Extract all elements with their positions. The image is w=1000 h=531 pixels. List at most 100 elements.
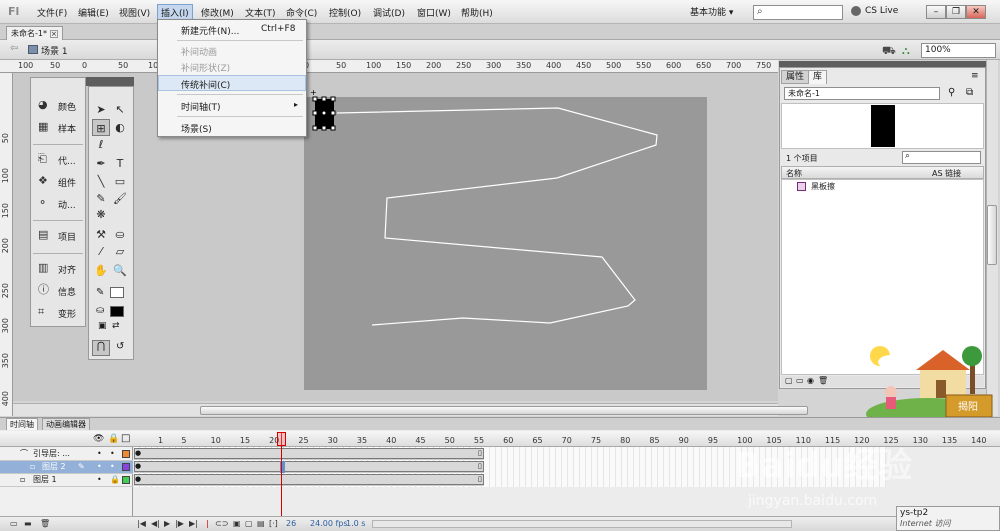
snap-magnet-icon[interactable]: ⋂ [92,340,110,356]
lock-dot[interactable]: • [110,461,115,473]
end-frame-icon[interactable]: ▯ [478,462,482,470]
frame-span-layer1[interactable] [134,474,484,485]
outline-all-icon[interactable]: □ [121,433,130,444]
menu-scene[interactable]: 场景(S) [181,122,212,135]
project-icon[interactable]: ▤ [38,229,50,241]
motion-presets-icon[interactable]: ⚬ [38,197,50,209]
pen-tool-icon[interactable]: ✒ [92,155,110,172]
panel-align[interactable]: 对齐 [58,263,76,276]
frame-span-layer2[interactable] [134,461,484,472]
delete-layer-icon[interactable]: 🗑 [40,519,50,528]
panel-motion-presets[interactable]: 动... [58,198,76,211]
panel-project[interactable]: 项目 [58,230,76,243]
new-folder-icon[interactable]: ▬ [24,519,32,528]
lock-dot[interactable]: • [110,448,115,460]
library-document-select[interactable]: 未命名-1 [784,87,940,100]
lasso-tool-icon[interactable]: ℓ [92,136,110,153]
library-search-input[interactable]: ⌕ [902,151,981,164]
menu-new-symbol[interactable]: 新建元件(N)... [181,24,239,37]
tab-library[interactable]: 库 [808,70,828,84]
layer-row-1[interactable]: ▫ 图层 1 • 🔒 [0,474,133,487]
free-transform-tool-icon[interactable]: ⊞ [92,119,110,136]
edit-multiple-icon[interactable]: ▤ [257,519,265,528]
palette-icon[interactable]: ◕ [38,99,50,111]
center-frame-icon[interactable]: ⊂⊃ [215,519,228,528]
keyframe-icon[interactable]: ● [135,449,141,457]
playhead-handle[interactable] [277,432,286,446]
paint-bucket-tool-icon[interactable]: ⛀ [111,226,129,243]
new-symbol-icon[interactable]: ▢ [785,376,793,385]
panel-code-snippets[interactable]: 代... [58,154,76,167]
panel-components[interactable]: 组件 [58,176,76,189]
visibility-dot[interactable]: • [97,474,102,486]
panel-menu-icon[interactable]: ≡ [971,71,979,81]
onion-outline-icon[interactable]: ▢ [245,519,253,528]
tab-timeline[interactable]: 时间轴 [6,418,38,430]
3d-rotation-tool-icon[interactable]: ◐ [111,119,129,136]
eraser-tool-icon[interactable]: ▱ [111,243,129,260]
show-hide-all-icon[interactable]: 👁 [93,434,104,444]
go-first-frame-icon[interactable]: |◀ [137,519,146,528]
visibility-dot[interactable]: • [97,461,102,473]
fps-value[interactable]: 24.00 fps [310,519,348,528]
delete-icon[interactable]: 🗑 [818,376,828,385]
column-name[interactable]: 名称 [786,168,802,179]
step-forward-icon[interactable]: |▶ [175,519,184,528]
line-tool-icon[interactable]: ╲ [92,173,110,190]
menu-timeline[interactable]: 时间轴(T) [181,100,221,113]
layer-color-swatch[interactable] [122,476,130,484]
current-frame-value[interactable]: 26 [286,519,296,528]
step-back-icon[interactable]: ◀| [151,519,160,528]
panel-info[interactable]: 信息 [58,285,76,298]
default-colors-icon[interactable]: ▣ [98,321,107,331]
components-icon[interactable]: ❖ [38,175,50,187]
end-frame-icon[interactable]: ▯ [478,475,482,483]
keyframe-icon[interactable]: ● [135,462,141,470]
layer-name[interactable]: 引导层: ... [33,448,70,460]
selection-tool-icon[interactable]: ➤ [92,101,110,118]
layer-row-guide[interactable]: ⌒ 引导层: ... • • [0,448,133,461]
layer-name[interactable]: 图层 2 [42,461,66,473]
panel-swatches[interactable]: 样本 [58,122,76,135]
go-last-frame-icon[interactable]: ▶| [189,519,198,528]
loop-icon[interactable]: | [206,519,209,528]
visibility-dot[interactable]: • [97,448,102,460]
new-folder-icon[interactable]: ▭ [796,376,804,385]
panel-transform[interactable]: 变形 [58,307,76,320]
pin-library-icon[interactable]: ⚲ [948,87,955,98]
lock-icon[interactable]: 🔒 [110,474,120,486]
end-frame-icon[interactable]: ▯ [478,449,482,457]
library-item[interactable]: 黑板擦 [811,181,835,192]
timeline-hscrollbar[interactable] [372,520,792,528]
new-layer-icon[interactable]: ▭ [10,519,18,528]
layer-row-2[interactable]: ▫ 图层 2 ✎ • • [0,461,133,474]
zoom-tool-icon[interactable]: 🔍 [111,262,129,279]
info-icon[interactable]: ⓘ [38,284,50,296]
align-icon[interactable]: ▥ [38,262,50,274]
deco-tool-icon[interactable]: ❋ [92,206,110,223]
tab-properties[interactable]: 属性 [781,70,810,84]
vertical-scroll-thumb[interactable] [987,205,997,265]
swap-colors-icon[interactable]: ⇄ [112,321,120,331]
layer-color-swatch[interactable] [122,450,130,458]
text-tool-icon[interactable]: T [111,155,129,172]
bone-tool-icon[interactable]: ⚒ [92,226,110,243]
lock-all-icon[interactable]: 🔒 [108,434,119,444]
frame-span-guide[interactable] [134,448,484,459]
fill-color-swatch[interactable] [110,306,124,317]
layer-color-swatch[interactable] [122,463,130,471]
panel-color[interactable]: 颜色 [58,100,76,113]
rectangle-tool-icon[interactable]: ▭ [111,173,129,190]
play-icon[interactable]: ▶ [164,519,170,528]
brush-tool-icon[interactable]: 🖌 [111,190,129,207]
column-linkage[interactable]: AS 链接 [932,168,961,179]
swatches-icon[interactable]: ▦ [38,121,50,133]
onion-skin-icon[interactable]: ▣ [233,519,241,528]
hand-tool-icon[interactable]: ✋ [92,262,110,279]
horizontal-scroll-thumb[interactable] [200,406,808,415]
keyframe-icon[interactable]: ● [135,475,141,483]
menu-classic-tween[interactable]: 传统补间(C) [181,78,230,91]
tab-motion-editor[interactable]: 动画编辑器 [42,418,90,430]
smooth-icon[interactable]: ↺ [116,341,124,352]
subselection-tool-icon[interactable]: ↖ [111,101,129,118]
